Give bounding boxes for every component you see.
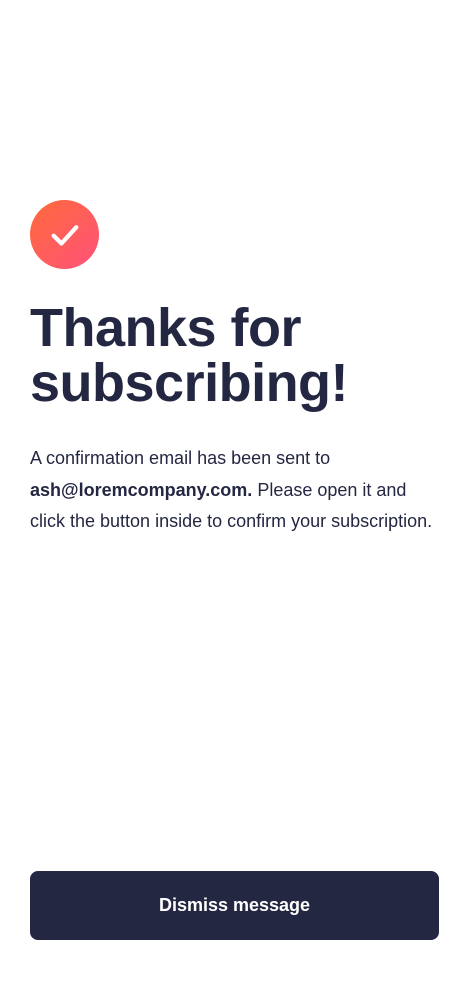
confirmation-card: Thanks for subscribing! A confirmation e… <box>30 200 438 538</box>
confirmation-message: A confirmation email has been sent to as… <box>30 443 438 538</box>
success-badge <box>30 200 99 269</box>
email-address: ash@loremcompany.com. <box>30 479 253 500</box>
page-title: Thanks for subscribing! <box>30 301 438 411</box>
title-line-2: subscribing! <box>30 353 349 413</box>
dismiss-button[interactable]: Dismiss message <box>30 871 439 940</box>
message-intro: A confirmation email has been sent to <box>30 448 331 468</box>
checkmark-icon <box>48 218 82 252</box>
title-line-1: Thanks for <box>30 298 302 358</box>
